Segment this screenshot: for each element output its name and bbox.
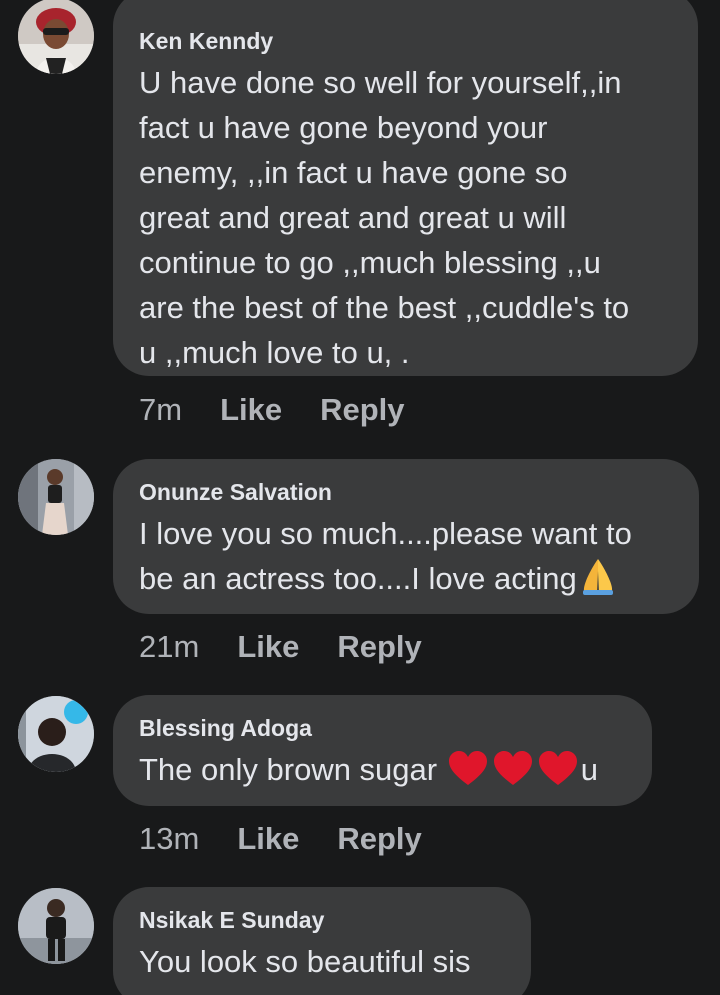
- avatar[interactable]: [18, 696, 94, 772]
- comment-timestamp[interactable]: 7m: [139, 392, 182, 428]
- avatar[interactable]: [18, 0, 94, 74]
- comment-text-tail: u: [580, 752, 598, 787]
- like-button[interactable]: Like: [220, 392, 282, 428]
- avatar[interactable]: [18, 459, 94, 535]
- reply-button[interactable]: Reply: [337, 629, 421, 665]
- comment-actions: 13m Like Reply: [139, 821, 460, 857]
- folded-hands-emoji-icon: [582, 559, 613, 595]
- profile-photo-icon: [18, 696, 94, 772]
- comment-text: U have done so well for yourself,,in fac…: [139, 65, 630, 370]
- profile-photo-icon: [18, 0, 94, 74]
- comment-author[interactable]: Onunze Salvation: [139, 477, 673, 507]
- comment-text: I love you so much....please want to be …: [139, 516, 632, 596]
- comment-author[interactable]: Ken Kenndy: [139, 26, 672, 56]
- comments-feed: Ken Kenndy U have done so well for yours…: [0, 0, 720, 995]
- comment-actions: 21m Like Reply: [139, 629, 460, 665]
- comment-bubble: Blessing Adoga The only brown sugar u: [113, 695, 652, 806]
- comment-bubble: Onunze Salvation I love you so much....p…: [113, 459, 699, 614]
- comment-timestamp[interactable]: 13m: [139, 821, 199, 857]
- comment-text: You look so beautiful sis: [139, 944, 471, 979]
- like-button[interactable]: Like: [237, 629, 299, 665]
- avatar[interactable]: [18, 888, 94, 964]
- comment-author[interactable]: Blessing Adoga: [139, 713, 626, 743]
- comment-bubble: Nsikak E Sunday You look so beautiful si…: [113, 887, 531, 995]
- comment-author[interactable]: Nsikak E Sunday: [139, 905, 505, 935]
- comment-bubble: Ken Kenndy U have done so well for yours…: [113, 0, 698, 376]
- profile-photo-icon: [18, 459, 94, 535]
- comment-actions: 7m Like Reply: [139, 392, 443, 428]
- reply-button[interactable]: Reply: [320, 392, 404, 428]
- red-heart-emoji-icon: [538, 751, 577, 785]
- reply-button[interactable]: Reply: [337, 821, 421, 857]
- comment-timestamp[interactable]: 21m: [139, 629, 199, 665]
- profile-photo-icon: [18, 888, 94, 964]
- comment-text: The only brown sugar: [139, 752, 446, 787]
- red-heart-emoji-icon: [493, 751, 532, 785]
- like-button[interactable]: Like: [237, 821, 299, 857]
- red-heart-emoji-icon: [448, 751, 487, 785]
